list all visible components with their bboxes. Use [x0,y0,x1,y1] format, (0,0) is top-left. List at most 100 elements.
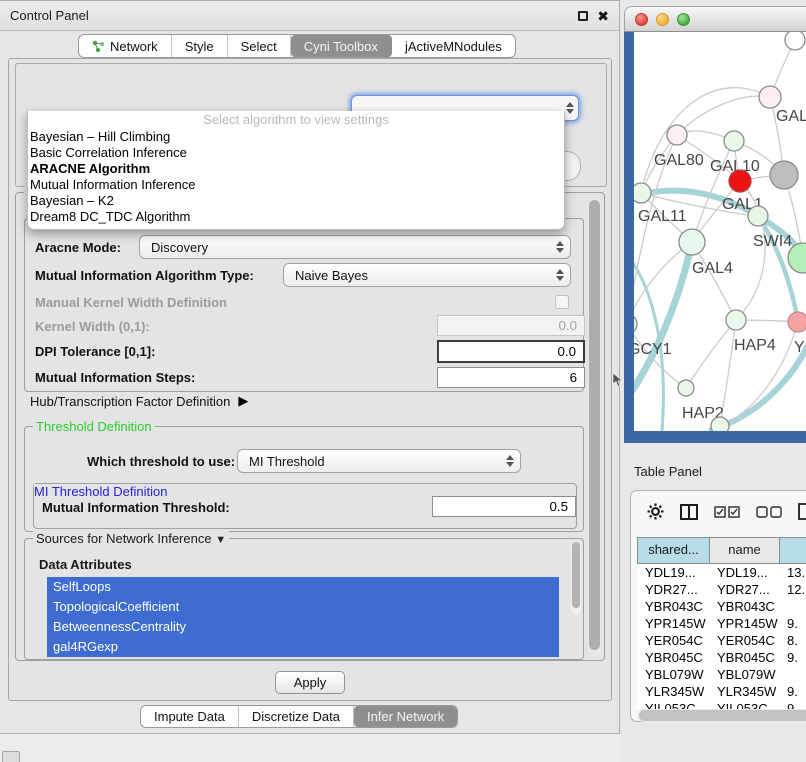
network-canvas[interactable]: GALGAL80GAL10GAL1GAL11SWI4GAL4GCY1HAP4YH… [634,32,806,431]
tab-jactivemnodules[interactable]: jActiveMNodules [392,35,515,57]
column-header[interactable] [779,538,806,563]
document-icon[interactable] [798,503,806,520]
table-cell: YDR27... [709,581,779,598]
table-row[interactable]: YDR27...YDR27...12... [637,581,806,598]
table-row[interactable]: YDL19...YDL19...13... [637,564,806,581]
table-header-row: shared...name [637,537,806,564]
collapse-down-icon[interactable]: ▼ [215,534,226,546]
kernel-width-input[interactable] [437,315,585,336]
network-window-frame: GALGAL80GAL10GAL1GAL11SWI4GAL4GCY1HAP4YH… [624,32,806,443]
which-threshold-combobox[interactable]: MI Threshold [237,449,521,473]
network-node-gal10[interactable] [724,131,744,151]
table-row[interactable]: YBR045CYBR045C9. [637,649,806,666]
close-icon[interactable]: ✖ [597,11,609,21]
table-row[interactable]: YPR145WYPR145W9. [637,615,806,632]
which-threshold-value: MI Threshold [249,454,325,469]
mi-threshold-label: Mutual Information Threshold: [42,500,230,515]
close-traffic-light-icon[interactable] [635,13,648,26]
node-label: GCY1 [634,341,672,358]
dpi-tolerance-input[interactable] [437,340,585,363]
attribute-item[interactable]: gal4RGexp [47,637,559,657]
network-node-gal11[interactable] [634,183,651,203]
collapsed-panel-button[interactable] [2,751,20,762]
float-window-icon[interactable] [578,11,588,21]
attributes-scrollbar[interactable] [571,541,581,615]
table-row[interactable]: YLR345WYLR345W9. [637,683,806,700]
network-node[interactable] [785,32,805,50]
tab-infer-network[interactable]: Infer Network [354,706,457,727]
mi-steps-input[interactable] [437,367,585,388]
network-node[interactable] [770,161,798,189]
table-cell: YPR145W [637,615,709,632]
node-label: Y [794,339,805,356]
network-node-gal4[interactable] [679,229,705,255]
mi-threshold-group: MI Threshold Definition Mutual Informati… [33,483,577,529]
network-view-window: GALGAL80GAL10GAL1GAL11SWI4GAL4GCY1HAP4YH… [624,6,806,443]
network-node-hap2[interactable] [678,380,694,396]
network-node-gcy1[interactable] [634,314,637,334]
select-all-checkboxes-icon[interactable] [714,506,740,518]
split-columns-icon[interactable] [680,504,698,520]
minimize-traffic-light-icon[interactable] [656,13,669,26]
aracne-mode-combobox[interactable]: Discovery [139,235,571,259]
algorithm-option[interactable]: Bayesian – Hill Climbing [28,129,564,145]
algorithm-option[interactable]: ARACNE Algorithm [28,161,564,177]
network-node-gal1[interactable] [729,170,751,192]
data-attributes-list: SelfLoopsTopologicalCoefficientBetweenne… [47,577,559,657]
hub-definition-toggle[interactable]: Hub/Transcription Factor Definition ▶ [30,393,248,409]
table-cell [779,598,806,615]
network-icon [92,40,105,53]
tab-label: Infer Network [367,709,444,724]
apply-button[interactable]: Apply [275,671,345,694]
network-node-gal80[interactable] [667,125,687,145]
table-panel-card: shared...name YDL19...YDL19...13...YDR27… [630,490,806,722]
algorithm-option[interactable]: Basic Correlation Inference [28,145,564,161]
tab-select[interactable]: Select [228,35,291,57]
table-cell: YER054C [637,632,709,649]
network-edge[interactable] [677,96,770,135]
attribute-item[interactable]: TopologicalCoefficient [47,597,559,617]
table-horizontal-scrollbar[interactable] [637,709,806,722]
manual-kernel-checkbox[interactable] [555,295,569,309]
combo-stepper-icon [556,264,564,286]
network-node-gal[interactable] [759,86,781,108]
table-row[interactable]: YBR043CYBR043C [637,598,806,615]
mi-type-label: Mutual Information Algorithm Type: [35,268,254,283]
column-header[interactable]: name [709,538,779,563]
table-row[interactable]: YBL079WYBL079W [637,666,806,683]
table-cell: YBL079W [637,666,709,683]
algorithm-option[interactable]: Bayesian – K2 [28,193,564,209]
table-cell: 12... [779,581,806,598]
tab-discretize-data[interactable]: Discretize Data [239,706,354,727]
screen: Control Panel ✖ NetworkStyleSelectCyni T… [0,0,806,762]
bottom-tabs: Impute DataDiscretize Data Infer Network [140,705,458,728]
table-cell: YDR27... [637,581,709,598]
attribute-item[interactable]: BetweennessCentrality [47,617,559,637]
zoom-traffic-light-icon[interactable] [677,13,690,26]
column-header[interactable]: shared... [637,538,709,563]
table-row[interactable]: YER054CYER054C8. [637,632,806,649]
algorithm-option[interactable]: Dream8 DC_TDC Algorithm [28,209,564,225]
tab-label: Cyni Toolbox [304,39,378,54]
network-edge[interactable] [686,320,736,388]
tab-impute-data[interactable]: Impute Data [141,706,239,727]
network-node[interactable] [711,417,729,431]
settings-scrollbar[interactable] [588,198,601,656]
tab-network[interactable]: Network [79,35,172,57]
network-window-titlebar[interactable] [624,6,806,32]
network-node-swi4[interactable] [748,206,768,226]
network-node-hap4[interactable] [726,310,746,330]
algorithm-option[interactable]: Mutual Information Inference [28,177,564,193]
expand-right-icon: ▶ [238,393,248,409]
node-label: GAL80 [654,152,704,169]
mi-type-combobox[interactable]: Naive Bayes [283,263,571,287]
tab-cyni-toolbox[interactable]: Cyni Toolbox [291,35,392,57]
deselect-all-checkboxes-icon[interactable] [756,506,782,518]
gear-icon[interactable] [647,503,664,520]
algorithm-definition-group: Algorithm Definition Aracne Mode: Discov… [24,218,584,392]
tab-style[interactable]: Style [172,35,228,57]
mi-threshold-input[interactable] [432,496,576,517]
table-cell: YDL19... [709,564,779,581]
attribute-item[interactable]: SelfLoops [47,577,559,597]
network-node-y[interactable] [788,312,806,332]
